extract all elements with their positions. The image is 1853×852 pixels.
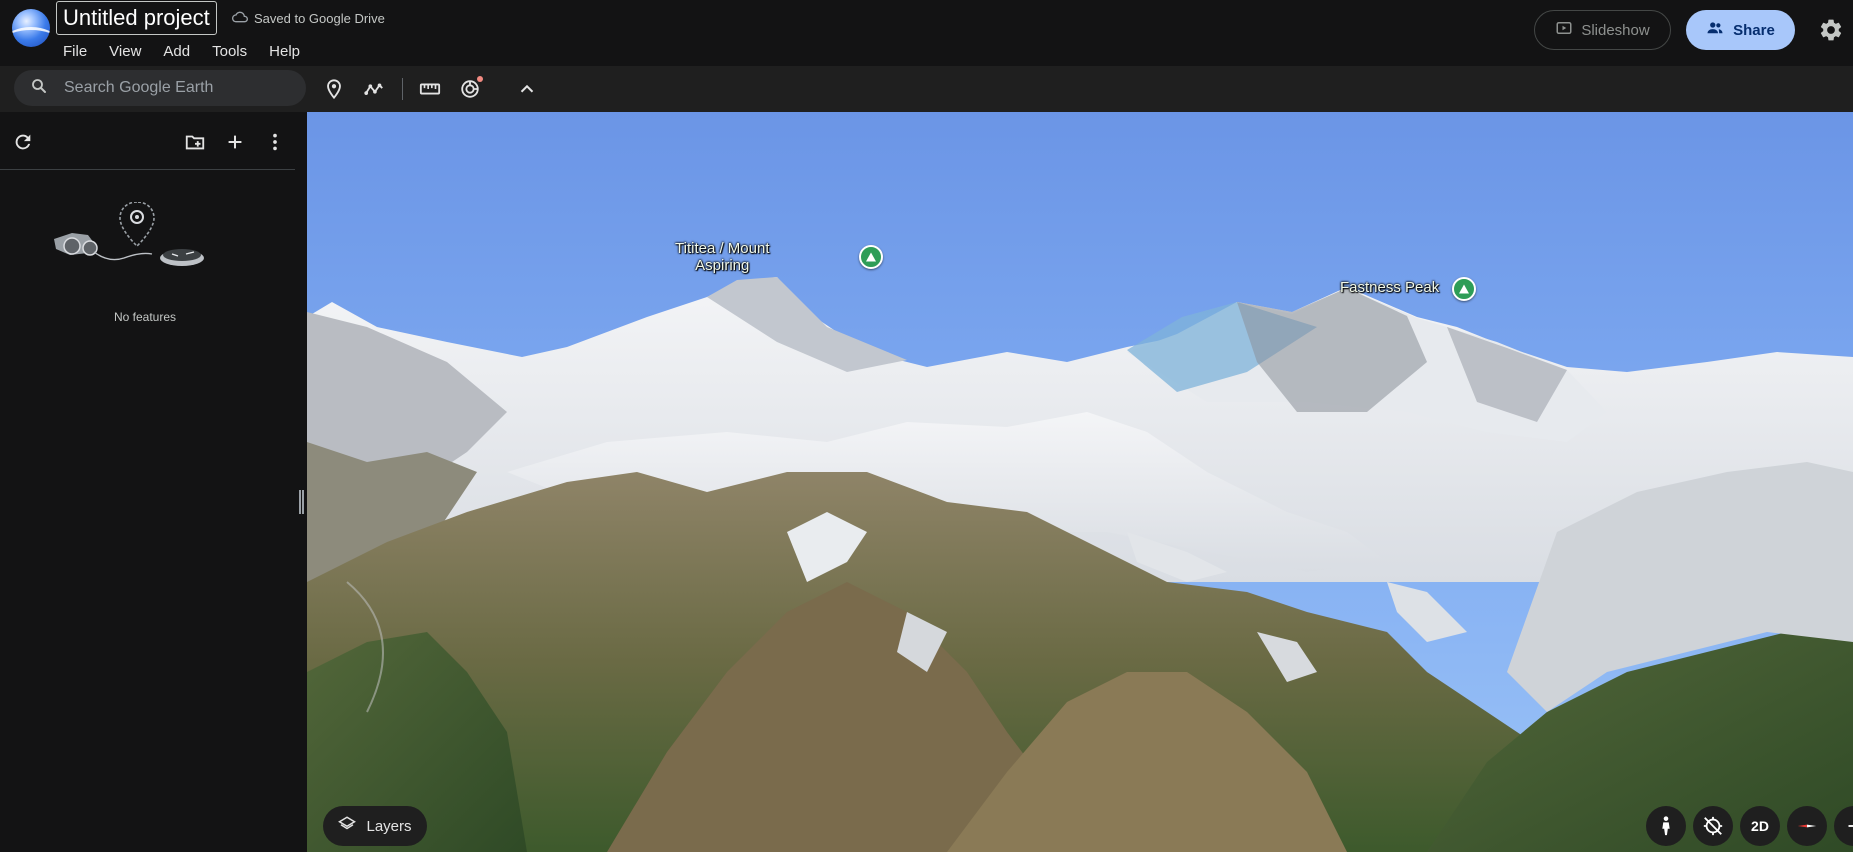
menu-add[interactable]: Add — [152, 40, 201, 64]
people-icon — [1706, 19, 1724, 41]
compass-icon[interactable] — [1787, 806, 1827, 846]
search-input[interactable] — [64, 79, 284, 97]
draw-path-icon[interactable] — [360, 75, 388, 103]
map-3d-view[interactable]: Tititea / Mount Aspiring Fastness Peak L… — [307, 112, 1853, 852]
features-panel: No features — [0, 112, 307, 852]
map-label-mount-aspiring-line2: Aspiring — [695, 257, 750, 274]
notification-dot — [477, 76, 483, 82]
search-box[interactable] — [14, 70, 306, 106]
tilt-lock-icon[interactable] — [1693, 806, 1733, 846]
google-earth-app: Untitled project Saved to Google Drive F… — [0, 0, 1853, 852]
layers-label: Layers — [366, 817, 412, 835]
slideshow-label: Slideshow — [1581, 21, 1650, 39]
top-bar: Untitled project Saved to Google Drive F… — [0, 0, 1853, 66]
street-view-pegman-icon[interactable] — [1646, 806, 1686, 846]
map-label-fastness-peak[interactable]: Fastness Peak — [1340, 279, 1439, 296]
menu-bar: File View Add Tools Help — [52, 40, 311, 64]
menu-file[interactable]: File — [52, 40, 98, 64]
empty-features-illustration — [50, 201, 220, 302]
terrain-scene — [307, 112, 1853, 852]
menu-tools[interactable]: Tools — [201, 40, 258, 64]
map-label-mount-aspiring[interactable]: Tititea / Mount Aspiring — [675, 240, 769, 274]
toolbar — [0, 66, 1853, 112]
share-button[interactable]: Share — [1686, 10, 1795, 50]
add-icon[interactable] — [222, 129, 248, 155]
toolbar-divider — [402, 78, 403, 100]
save-status: Saved to Google Drive — [232, 9, 385, 28]
2d-toggle-button[interactable]: 2D — [1740, 806, 1780, 846]
project-title-input[interactable]: Untitled project — [56, 1, 217, 35]
drag-grip-icon[interactable] — [299, 490, 304, 514]
empty-state-text: No features — [113, 310, 177, 324]
menu-help[interactable]: Help — [258, 40, 311, 64]
refresh-icon[interactable] — [10, 129, 36, 155]
layers-icon — [338, 815, 357, 837]
measure-icon[interactable] — [416, 75, 444, 103]
share-label: Share — [1733, 21, 1775, 39]
voyager-icon[interactable] — [456, 75, 484, 103]
menu-view[interactable]: View — [98, 40, 152, 64]
gear-icon[interactable] — [1818, 17, 1844, 43]
peak-marker-icon[interactable] — [859, 245, 883, 269]
cloud-done-icon — [232, 9, 248, 28]
map-label-mount-aspiring-line1: Tititea / Mount — [675, 240, 770, 257]
peak-marker-icon[interactable] — [1452, 277, 1476, 301]
add-placemark-icon[interactable] — [320, 75, 348, 103]
more-vert-icon[interactable] — [262, 129, 288, 155]
slideshow-icon — [1555, 19, 1573, 41]
new-folder-icon[interactable] — [182, 129, 208, 155]
save-status-text: Saved to Google Drive — [254, 11, 385, 26]
chevron-up-icon[interactable] — [513, 75, 541, 103]
layers-button[interactable]: Layers — [323, 806, 427, 846]
slideshow-button[interactable]: Slideshow — [1534, 10, 1671, 50]
panel-header — [0, 112, 295, 170]
google-earth-logo-icon[interactable] — [12, 9, 50, 47]
search-icon — [14, 77, 48, 100]
